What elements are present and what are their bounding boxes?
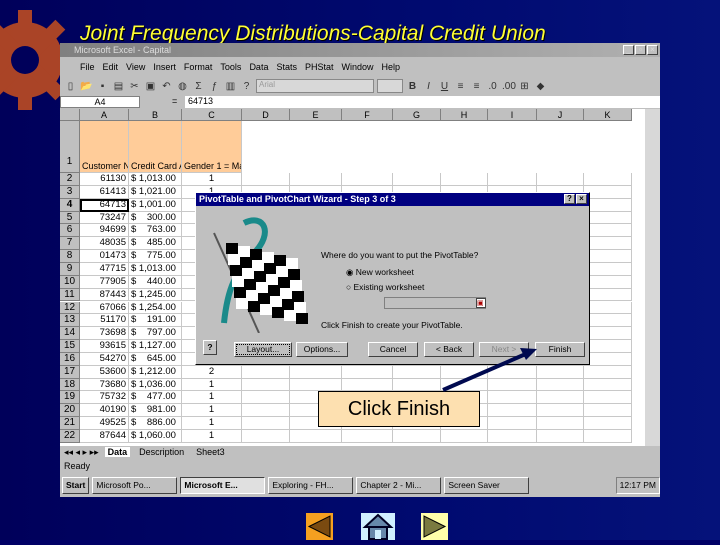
pointer-arrow-icon bbox=[442, 348, 537, 392]
